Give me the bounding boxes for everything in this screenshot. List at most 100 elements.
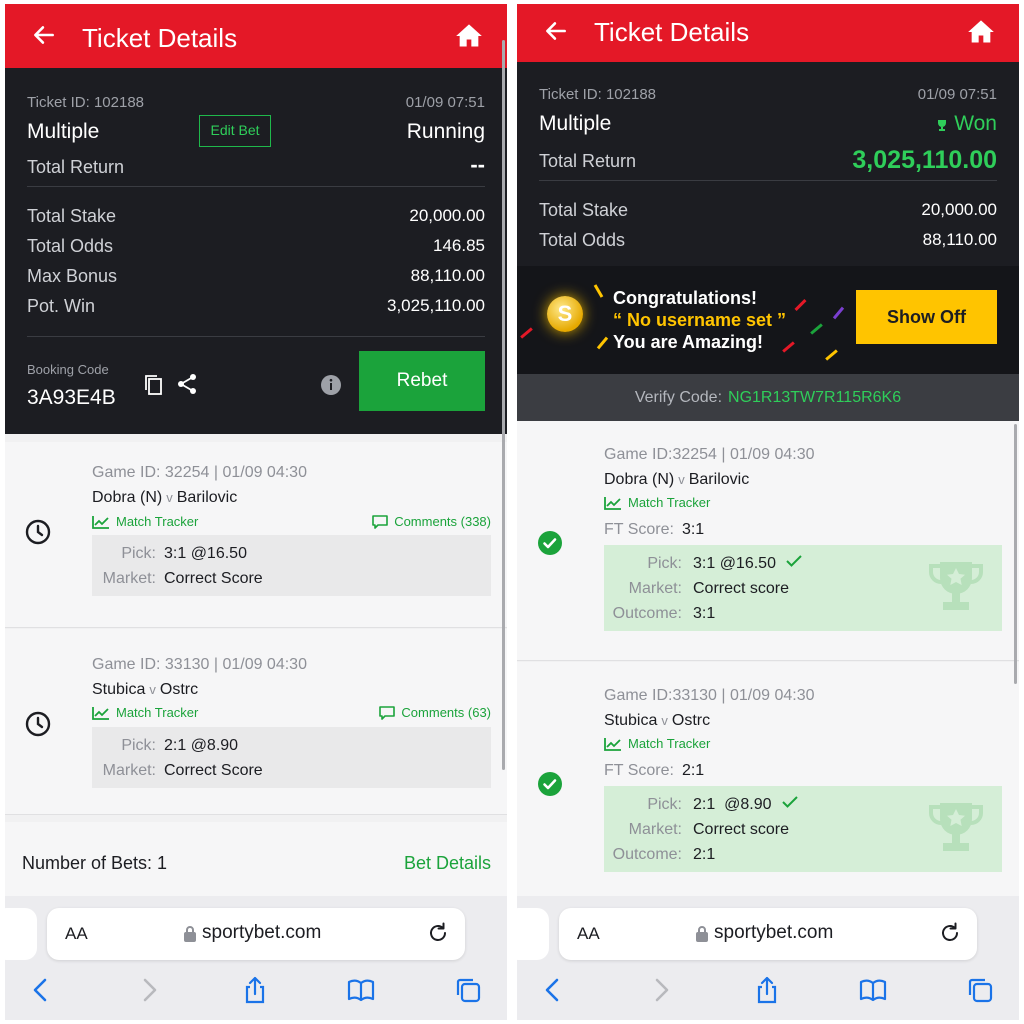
- match-tracker-link[interactable]: Match Tracker: [604, 736, 710, 751]
- chevron-right-icon[interactable]: [647, 976, 675, 1004]
- reader-aa-button[interactable]: AA: [577, 924, 600, 944]
- bets-summary-row: Number of Bets: 1 Bet Details: [5, 822, 507, 902]
- show-off-button[interactable]: Show Off: [856, 290, 997, 344]
- match-tracker-link[interactable]: Match Tracker: [604, 495, 710, 510]
- number-of-bets: Number of Bets: 1: [22, 853, 168, 873]
- url-text[interactable]: sportybet.com: [202, 922, 321, 944]
- top-bar: Ticket Details: [517, 4, 1019, 62]
- edit-bet-button[interactable]: Edit Bet: [199, 115, 271, 147]
- home-icon[interactable]: [455, 22, 483, 50]
- checkmark-icon: [781, 796, 798, 808]
- pick-label: Pick:: [121, 545, 156, 562]
- clock-icon: [25, 711, 51, 737]
- max-bonus-value: 88,110.00: [410, 266, 485, 285]
- total-return-value: --: [470, 152, 485, 177]
- comment-icon: [379, 706, 396, 720]
- amazing-line: You are Amazing!: [613, 332, 764, 352]
- url-text[interactable]: sportybet.com: [714, 922, 833, 944]
- tabs-icon[interactable]: [454, 976, 482, 1004]
- confetti: [782, 341, 795, 353]
- book-icon[interactable]: [859, 976, 887, 1004]
- check-circle-icon: [538, 531, 562, 555]
- comments-link[interactable]: Comments (63): [379, 705, 491, 720]
- comments-count: Comments (338): [394, 514, 491, 529]
- home-team: Stubica: [604, 712, 658, 729]
- outcome-value: 3:1: [693, 605, 716, 622]
- bet-type: Multiple: [539, 112, 612, 135]
- username-line: “ No username set ”: [613, 310, 787, 330]
- ticket-id: Ticket ID: 102188: [27, 94, 145, 111]
- browser-toolbar: AA sportybet.com: [5, 896, 507, 1020]
- chart-icon: [92, 707, 109, 720]
- comments-link[interactable]: Comments (338): [372, 514, 491, 529]
- scrollbar[interactable]: [502, 40, 505, 770]
- home-icon[interactable]: [967, 18, 995, 46]
- ticket-id: Ticket ID: 102188: [539, 86, 657, 103]
- back-arrow-icon[interactable]: [543, 18, 569, 44]
- copy-icon[interactable]: [144, 374, 164, 396]
- congrats-banner: S Congratulations! “ No username set ” Y…: [517, 266, 1019, 385]
- reload-icon[interactable]: [939, 922, 961, 944]
- previous-tab-preview[interactable]: [5, 908, 37, 960]
- ft-score: FT Score: 3:1: [604, 521, 704, 539]
- coin-icon: S: [547, 296, 583, 332]
- back-arrow-icon[interactable]: [31, 22, 57, 48]
- outcome-label: Outcome:: [612, 605, 682, 622]
- match-tracker-label: Match Tracker: [628, 495, 711, 510]
- game-card: Game ID:32254 | 01/09 04:30 Dobra (N) v Ba…: [517, 421, 1019, 661]
- pick-value: 3:1 @16.50: [164, 545, 247, 562]
- game-id: Game ID: 32254 | 01/09 04:30: [92, 464, 307, 481]
- away-team: Barilovic: [688, 471, 750, 488]
- bet-type: Multiple: [27, 120, 100, 143]
- bet-details-link[interactable]: Bet Details: [404, 853, 491, 874]
- total-return-label: Total Return: [539, 151, 637, 171]
- away-team: Ostrc: [671, 712, 711, 729]
- pick-label: Pick:: [647, 796, 682, 813]
- reader-aa-button[interactable]: AA: [65, 924, 88, 944]
- ticket-datetime: 01/09 07:51: [405, 94, 485, 111]
- scrollbar[interactable]: [1014, 424, 1017, 684]
- address-bar[interactable]: AA sportybet.com: [559, 908, 977, 960]
- pick-box: Pick: 2:1 @8.90 Market: Correct Score: [92, 727, 491, 788]
- confetti: [794, 298, 807, 312]
- share-sheet-icon[interactable]: [241, 976, 269, 1004]
- pick-label: Pick:: [121, 737, 156, 754]
- tabs-icon[interactable]: [966, 976, 994, 1004]
- match-teams: Dobra (N) v Barilovic: [604, 471, 749, 489]
- pick-value-row: 3:1 @16.50: [693, 555, 802, 573]
- divider: [27, 186, 485, 187]
- lock-icon: [696, 926, 708, 942]
- rebet-button[interactable]: Rebet: [359, 351, 485, 411]
- previous-tab-preview[interactable]: [517, 908, 549, 960]
- match-tracker-label: Match Tracker: [116, 705, 199, 720]
- share-icon[interactable]: [176, 373, 198, 395]
- market-value: Correct Score: [164, 570, 263, 587]
- total-stake-label: Total Stake: [539, 200, 629, 220]
- book-icon[interactable]: [347, 976, 375, 1004]
- page-title: Ticket Details: [594, 17, 750, 47]
- market-value: Correct Score: [164, 762, 263, 779]
- ft-score-label: FT Score:: [604, 762, 674, 779]
- chevron-left-icon[interactable]: [27, 976, 55, 1004]
- verify-code-bar: Verify Code: NG1R13TW7R115R6K6: [517, 374, 1019, 421]
- bet-status: Running: [406, 120, 485, 143]
- match-tracker-label: Match Tracker: [628, 736, 711, 751]
- match-tracker-link[interactable]: Match Tracker: [92, 514, 198, 529]
- match-teams: Stubica v Ostrc: [92, 681, 198, 699]
- total-odds-value: 146.85: [433, 236, 485, 255]
- match-tracker-link[interactable]: Match Tracker: [92, 705, 198, 720]
- share-sheet-icon[interactable]: [753, 976, 781, 1004]
- match-teams: Dobra (N) v Barilovic: [92, 489, 237, 507]
- chevron-right-icon[interactable]: [135, 976, 163, 1004]
- pick-label: Pick:: [647, 555, 682, 572]
- total-stake-value: 20,000.00: [921, 200, 997, 219]
- versus-label: v: [149, 682, 156, 697]
- pick-box: Pick: 3:1 @16.50 Market: Correct Score: [92, 535, 491, 596]
- ticket-summary: Ticket ID: 102188 01/09 07:51 Multiple E…: [5, 68, 507, 434]
- versus-label: v: [166, 490, 173, 505]
- info-icon[interactable]: [321, 375, 341, 395]
- chevron-left-icon[interactable]: [539, 976, 567, 1004]
- address-bar[interactable]: AA sportybet.com: [47, 908, 465, 960]
- reload-icon[interactable]: [427, 922, 449, 944]
- home-team: Dobra (N): [604, 471, 675, 488]
